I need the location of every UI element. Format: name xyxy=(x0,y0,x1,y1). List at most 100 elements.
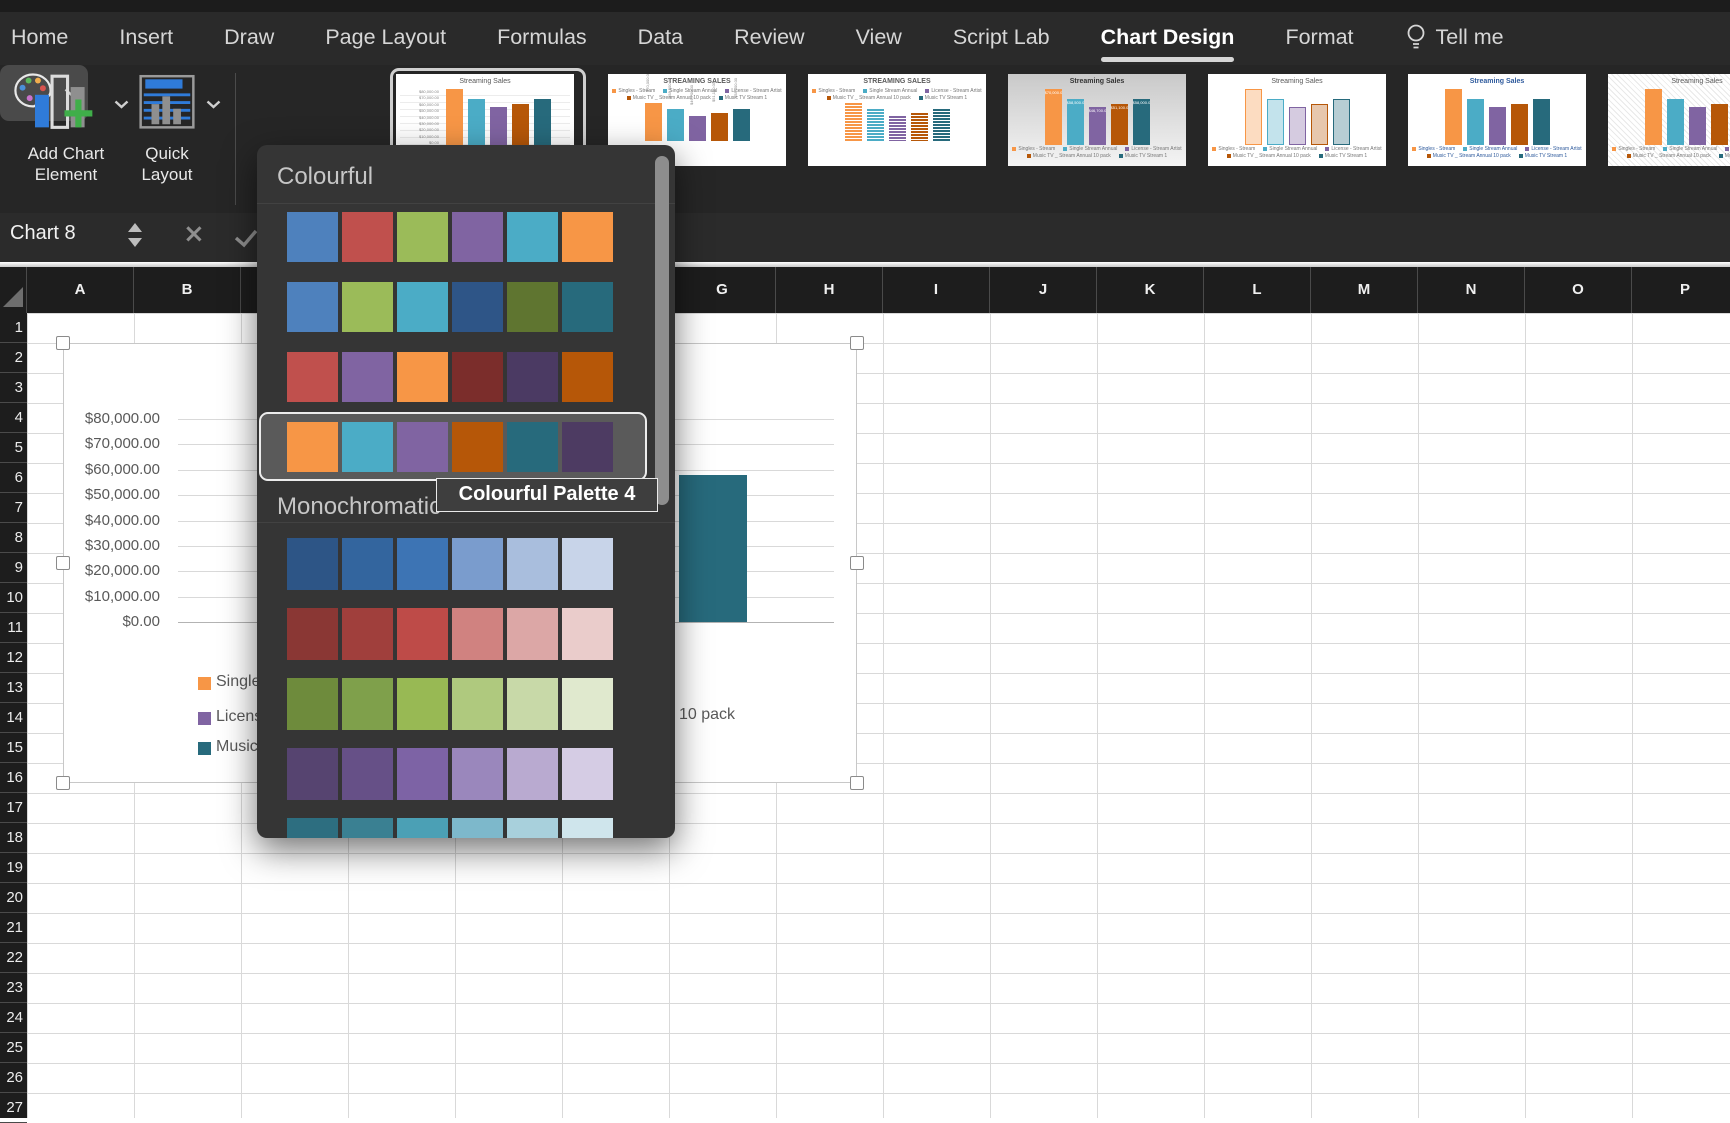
column-header-B[interactable]: B xyxy=(134,267,241,313)
enter-checkmark-icon[interactable] xyxy=(233,228,259,253)
palette-row[interactable] xyxy=(257,282,675,332)
row-header-14[interactable]: 14 xyxy=(0,703,27,733)
column-header-G[interactable]: G xyxy=(669,267,776,313)
row-header-3[interactable]: 3 xyxy=(0,373,27,403)
menu-tab-view[interactable]: View xyxy=(856,25,902,52)
name-box-stepper[interactable] xyxy=(128,223,142,247)
legend-swatch xyxy=(1319,154,1323,158)
row-header-25[interactable]: 25 xyxy=(0,1033,27,1063)
menu-tab-label: Tell me xyxy=(1436,25,1504,50)
column-header-J[interactable]: J xyxy=(990,267,1097,313)
chart-selection-handle[interactable] xyxy=(56,776,70,790)
legend-swatch xyxy=(1663,147,1667,151)
palette-row[interactable] xyxy=(257,818,675,838)
quick-layout-button[interactable]: Quick Layout xyxy=(124,70,210,185)
row-header-8[interactable]: 8 xyxy=(0,523,27,553)
row-header-11[interactable]: 11 xyxy=(0,613,27,643)
menu-tab-draw[interactable]: Draw xyxy=(224,25,274,52)
add-chart-element-button[interactable]: Add Chart Element xyxy=(12,70,120,185)
palette-row[interactable] xyxy=(257,212,675,262)
thumbnail-legend-item: License - Stream Artist xyxy=(1525,146,1581,152)
chart-style-thumbnail[interactable]: Streaming SalesSingles - StreamSingle St… xyxy=(1408,74,1586,166)
thumbnail-bar xyxy=(490,107,507,145)
row-header-23[interactable]: 23 xyxy=(0,973,27,1003)
palette-row[interactable] xyxy=(257,352,675,402)
row-header-21[interactable]: 21 xyxy=(0,913,27,943)
menu-tab-script-lab[interactable]: Script Lab xyxy=(953,25,1050,52)
chart-style-thumbnail[interactable]: STREAMING SALESSingles - StreamSingle St… xyxy=(808,74,986,166)
row-header-10[interactable]: 10 xyxy=(0,583,27,613)
thumbnail-legend-item: License - Stream Artist xyxy=(925,88,981,94)
row-header-20[interactable]: 20 xyxy=(0,883,27,913)
palette-row[interactable] xyxy=(257,538,675,590)
row-header-18[interactable]: 18 xyxy=(0,823,27,853)
column-header-L[interactable]: L xyxy=(1204,267,1311,313)
menu-tab-review[interactable]: Review xyxy=(734,25,805,52)
row-header-6[interactable]: 6 xyxy=(0,463,27,493)
menu-tab-formulas[interactable]: Formulas xyxy=(497,25,587,52)
menu-tab-insert[interactable]: Insert xyxy=(119,25,173,52)
legend-label: Singles - Stream xyxy=(818,88,855,94)
row-header-12[interactable]: 12 xyxy=(0,643,27,673)
menu-tab-format[interactable]: Format xyxy=(1285,25,1353,52)
palette-row[interactable] xyxy=(257,422,675,472)
chart-selection-handle[interactable] xyxy=(850,776,864,790)
row-header-1[interactable]: 1 xyxy=(0,313,27,343)
chart-selection-handle[interactable] xyxy=(850,556,864,570)
menu-tab-home[interactable]: Home xyxy=(11,25,68,52)
legend-swatch xyxy=(1263,147,1267,151)
row-header-9[interactable]: 9 xyxy=(0,553,27,583)
row-header-4[interactable]: 4 xyxy=(0,403,27,433)
chart-style-thumbnail[interactable]: Streaming SalesSingles - StreamSingle St… xyxy=(1608,74,1730,166)
legend-label: License - Stream Artist xyxy=(1531,146,1581,152)
chart-selection-handle[interactable] xyxy=(850,336,864,350)
legend-label: Single Stream Annual xyxy=(1069,146,1117,152)
chart-selection-handle[interactable] xyxy=(56,556,70,570)
palette-swatch xyxy=(287,678,338,730)
chart-selection-handle[interactable] xyxy=(56,336,70,350)
row-header-13[interactable]: 13 xyxy=(0,673,27,703)
legend-swatch xyxy=(1325,147,1329,151)
legend-label-fragment-right: 10 pack xyxy=(679,706,735,724)
row-header-5[interactable]: 5 xyxy=(0,433,27,463)
row-header-19[interactable]: 19 xyxy=(0,853,27,883)
column-header-N[interactable]: N xyxy=(1418,267,1525,313)
stepper-down-icon[interactable] xyxy=(128,238,142,247)
row-header-26[interactable]: 26 xyxy=(0,1063,27,1093)
palette-row[interactable] xyxy=(257,748,675,800)
legend-swatch xyxy=(627,96,631,100)
name-box[interactable]: Chart 8 xyxy=(10,222,76,245)
stepper-up-icon[interactable] xyxy=(128,223,142,232)
column-header-H[interactable]: H xyxy=(776,267,883,313)
menu-tab-page-layout[interactable]: Page Layout xyxy=(325,25,446,52)
row-header-24[interactable]: 24 xyxy=(0,1003,27,1033)
thumbnail-bar xyxy=(1467,99,1484,145)
chart-style-thumbnail[interactable]: Streaming Sales$70,000.00$58,500.00$46,7… xyxy=(1008,74,1186,166)
column-header-M[interactable]: M xyxy=(1311,267,1418,313)
row-header-15[interactable]: 15 xyxy=(0,733,27,763)
chart-style-thumbnail[interactable]: Streaming SalesSingles - StreamSingle St… xyxy=(1208,74,1386,166)
menu-tab-tell-me[interactable]: Tell me xyxy=(1405,23,1504,55)
dropdown-scrollbar-thumb[interactable] xyxy=(655,156,669,505)
row-header-17[interactable]: 17 xyxy=(0,793,27,823)
palette-row[interactable] xyxy=(257,608,675,660)
palette-swatch xyxy=(397,282,448,332)
menu-bar: Home Insert Draw Page Layout Formulas Data Rev… xyxy=(0,12,1730,65)
row-header-7[interactable]: 7 xyxy=(0,493,27,523)
column-header-A[interactable]: A xyxy=(27,267,134,313)
column-header-O[interactable]: O xyxy=(1525,267,1632,313)
column-header-K[interactable]: K xyxy=(1097,267,1204,313)
row-header-2[interactable]: 2 xyxy=(0,343,27,373)
row-header-27[interactable]: 27 xyxy=(0,1093,27,1123)
palette-row[interactable] xyxy=(257,678,675,730)
row-header-22[interactable]: 22 xyxy=(0,943,27,973)
row-header-16[interactable]: 16 xyxy=(0,763,27,793)
select-all-corner[interactable] xyxy=(0,267,27,313)
palette-swatch xyxy=(562,422,613,472)
column-header-I[interactable]: I xyxy=(883,267,990,313)
menu-tab-chart-design[interactable]: Chart Design xyxy=(1101,25,1235,52)
column-header-P[interactable]: P xyxy=(1632,267,1730,313)
cancel-icon[interactable]: × xyxy=(183,219,205,249)
thumbnail-bar xyxy=(1689,107,1706,145)
menu-tab-data[interactable]: Data xyxy=(638,25,683,52)
